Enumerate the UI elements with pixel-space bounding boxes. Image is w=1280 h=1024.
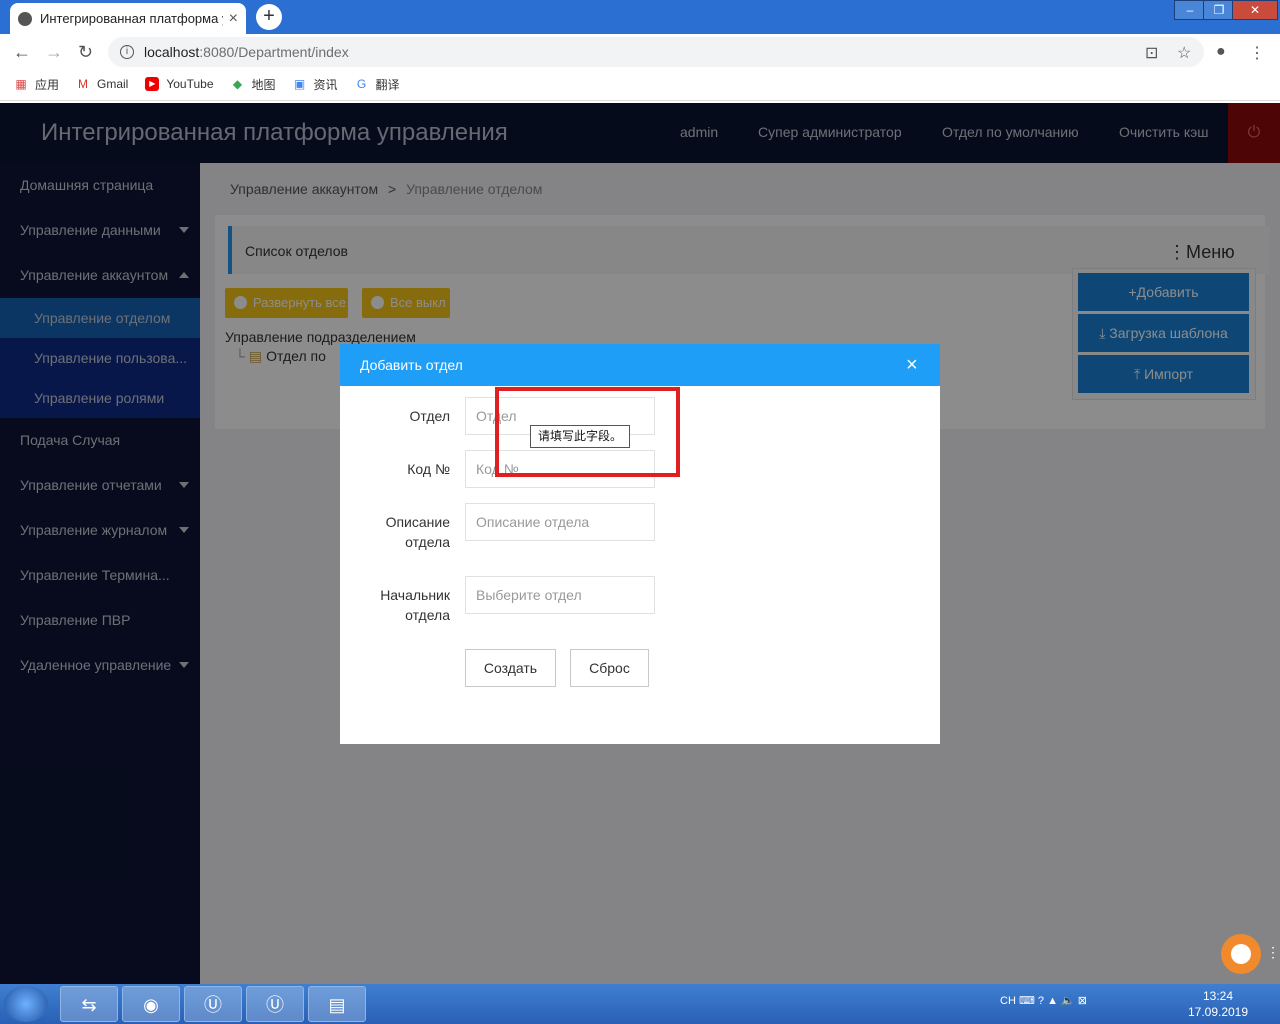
info-icon[interactable]: i (120, 45, 134, 59)
gmail-icon: M (78, 77, 89, 91)
profile-icon[interactable]: ● (1216, 43, 1226, 61)
url-path: :8080/Department/index (199, 44, 349, 60)
language-indicator[interactable]: CH (1000, 995, 1016, 1007)
reload-icon[interactable]: ↻ (78, 42, 93, 63)
teamviewer-icon[interactable]: ⇆ (60, 986, 118, 1022)
url-host: localhost (144, 44, 200, 60)
browser-menu-icon[interactable]: ⋮ (1249, 43, 1265, 63)
bookmarks-bar: ▦ 应用 M Gmail ▶ YouTube ◆ 地图 ▣ 资讯 G 翻译 (0, 68, 1280, 101)
address-bar[interactable]: i localhost:8080/Department/index (108, 37, 1204, 67)
forward-icon[interactable]: → (45, 42, 63, 63)
volume-icon[interactable]: 🔈 (1061, 995, 1075, 1007)
help-icon[interactable]: ? (1038, 995, 1044, 1007)
create-button[interactable]: Создать (465, 649, 556, 687)
tab-close-icon[interactable]: × (229, 10, 238, 28)
minimize-icon[interactable]: – (1174, 0, 1206, 20)
translate-page-icon[interactable]: ⊡ (1145, 43, 1158, 63)
maximize-icon[interactable]: ❐ (1203, 0, 1235, 20)
field-label-description: Описание отдела (385, 514, 450, 550)
new-tab-button[interactable]: + (256, 4, 282, 30)
bookmark-star-icon[interactable]: ☆ (1177, 43, 1191, 63)
bookmark-apps[interactable]: ▦ 应用 (14, 76, 59, 93)
bookmark-translate[interactable]: G 翻译 (355, 76, 400, 93)
field-label-department: Отдел (409, 408, 451, 424)
clock-time: 13:24 (1202, 989, 1234, 1003)
globe-icon (18, 11, 32, 26)
translate-icon: G (356, 77, 367, 91)
youtube-icon: ▶ (145, 77, 160, 91)
clock-date: 17.09.2019 (1187, 1005, 1249, 1019)
modal-title: Добавить отдел (360, 357, 463, 373)
ultraedit-icon[interactable]: Ⓤ (184, 986, 242, 1022)
department-description-input[interactable] (465, 503, 655, 541)
system-tray[interactable]: CH ⌨ ? ▲ 🔈 ⊠ (1000, 994, 1087, 1007)
field-label-code: Код № (407, 461, 450, 477)
department-head-select[interactable] (465, 576, 655, 614)
bookmark-maps[interactable]: ◆ 地图 (231, 76, 276, 93)
floating-assistant-icon[interactable] (1221, 934, 1261, 974)
news-icon: ▣ (293, 77, 306, 91)
highlight-box (495, 387, 680, 477)
more-icon[interactable]: ⋮ (1266, 944, 1280, 961)
network-icon[interactable]: ⊠ (1078, 995, 1087, 1007)
start-icon[interactable] (4, 986, 48, 1022)
apps-grid-icon: ▦ (15, 77, 27, 91)
bookmark-youtube[interactable]: ▶ YouTube (145, 77, 214, 91)
tab-title: Интегрированная платформа у (40, 11, 223, 26)
chrome-icon[interactable]: ◉ (122, 986, 180, 1022)
back-icon[interactable]: ← (13, 42, 31, 63)
reset-button[interactable]: Сброс (570, 649, 649, 687)
explorer-icon[interactable]: ▤ (308, 986, 366, 1022)
tray-chevron-icon[interactable]: ▲ (1047, 995, 1061, 1007)
clock[interactable]: 13:24 17.09.2019 (1186, 988, 1250, 1020)
keyboard-icon[interactable]: ⌨ (1019, 995, 1038, 1007)
bookmark-gmail[interactable]: M Gmail (76, 77, 128, 91)
window-close-icon[interactable]: ✕ (1232, 0, 1278, 20)
ultraedit-icon[interactable]: Ⓤ (246, 986, 304, 1022)
field-label-head: Начальник отдела (380, 587, 450, 623)
browser-tab[interactable]: Интегрированная платформа у × (10, 3, 246, 34)
close-icon[interactable]: × (906, 353, 918, 377)
maps-icon: ◆ (232, 77, 243, 91)
bookmark-news[interactable]: ▣ 资讯 (293, 76, 338, 93)
